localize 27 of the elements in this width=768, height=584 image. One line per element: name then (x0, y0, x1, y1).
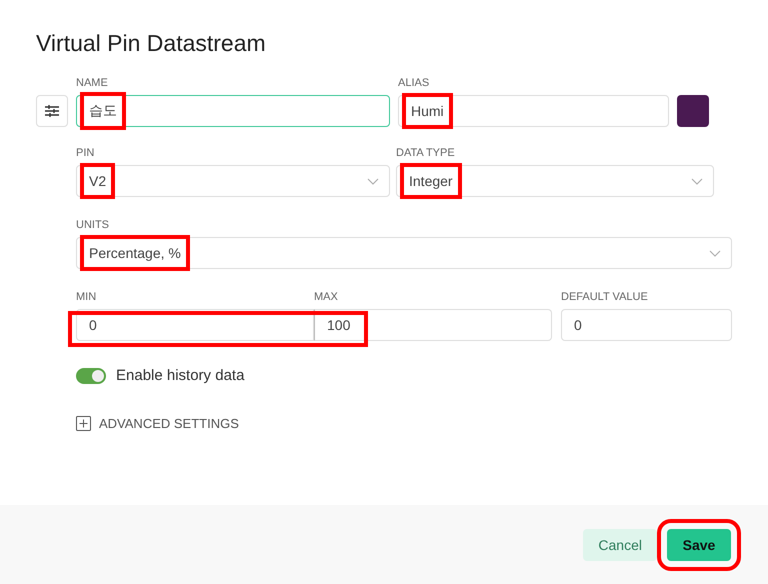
name-field[interactable]: 습도 (76, 95, 390, 127)
chevron-down-icon (691, 178, 703, 184)
field-label: UNITS (76, 219, 110, 231)
sliders-icon (44, 103, 60, 119)
default-value-field[interactable]: 0 (561, 309, 732, 341)
field-label: MIN (76, 291, 98, 303)
field-label: DEFAULT VALUE (561, 291, 649, 303)
field-label: ALIAS (398, 77, 430, 89)
alias-field[interactable]: Humi (398, 95, 669, 127)
data-type-dropdown[interactable]: Integer (396, 165, 714, 197)
field-label: NAME (76, 77, 109, 89)
color-swatch[interactable] (677, 95, 709, 127)
cancel-button[interactable]: Cancel (583, 528, 657, 560)
chevron-down-icon (709, 250, 721, 256)
units-dropdown[interactable]: Percentage, % (76, 237, 732, 269)
max-field[interactable]: 100 (314, 309, 552, 341)
field-label: PIN (76, 147, 96, 159)
advanced-settings-link[interactable]: ADVANCED SETTINGS (76, 416, 239, 431)
pin-dropdown[interactable]: V2 (76, 165, 390, 197)
field-label: DATA TYPE (396, 147, 456, 159)
dialog-title: Virtual Pin Datastream (36, 30, 267, 57)
settings-button[interactable] (36, 95, 68, 127)
chevron-down-icon (367, 178, 379, 184)
save-button[interactable]: Save (667, 528, 731, 560)
toggle-label: Enable history data (116, 367, 244, 384)
toggle-switch[interactable] (76, 368, 106, 384)
field-label: MAX (314, 291, 339, 303)
